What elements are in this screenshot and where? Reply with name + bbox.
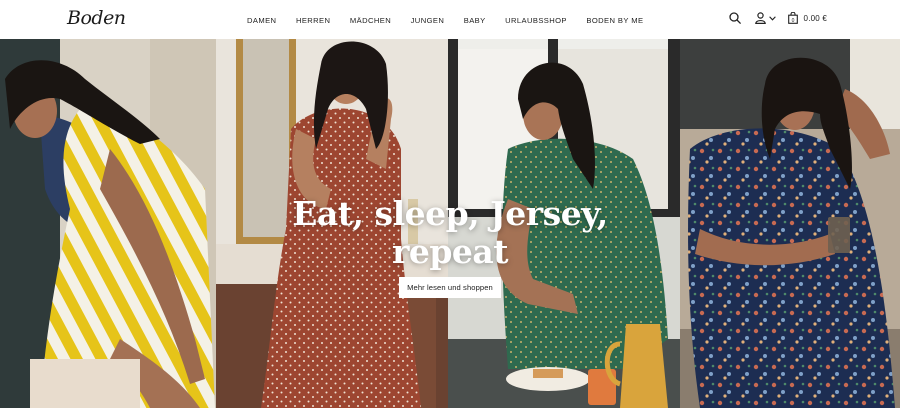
boden-logo[interactable]: Boden [67,7,126,29]
nav-herren[interactable]: HERREN [296,16,330,25]
cart-total[interactable]: 0.00 € [804,14,827,23]
main-navigation: DAMEN HERREN MÄDCHEN JUNGEN BABY URLAUBS… [247,16,663,25]
header-tools: 0 0.00 € [728,12,827,24]
hero-panel-navy-floral[interactable] [680,39,900,408]
nav-maedchen[interactable]: MÄDCHEN [350,16,391,25]
nav-boden-by-me[interactable]: BODEN BY ME [586,16,643,25]
hero-panel-rust-polka-dot[interactable] [216,39,448,408]
search-icon[interactable] [728,12,741,24]
nav-jungen[interactable]: JUNGEN [411,16,445,25]
nav-damen[interactable]: DAMEN [247,16,276,25]
bag-icon[interactable]: 0 [787,12,798,24]
svg-text:0: 0 [791,18,794,24]
hero-banner[interactable]: Eat, sleep, Jersey, repeat Mehr lesen un… [0,39,900,408]
read-more-shop-button[interactable]: Mehr lesen und shoppen [399,277,501,298]
hero-panel-yellow-stripes[interactable] [0,39,216,408]
nav-urlaubsshop[interactable]: URLAUBSSHOP [505,16,567,25]
account-icon[interactable] [754,12,766,24]
site-header: Boden DAMEN HERREN MÄDCHEN JUNGEN BABY U… [0,0,900,39]
hero-panel-green-polka-dot[interactable] [448,39,680,408]
nav-baby[interactable]: BABY [464,16,486,25]
chevron-down-icon[interactable] [768,15,776,21]
